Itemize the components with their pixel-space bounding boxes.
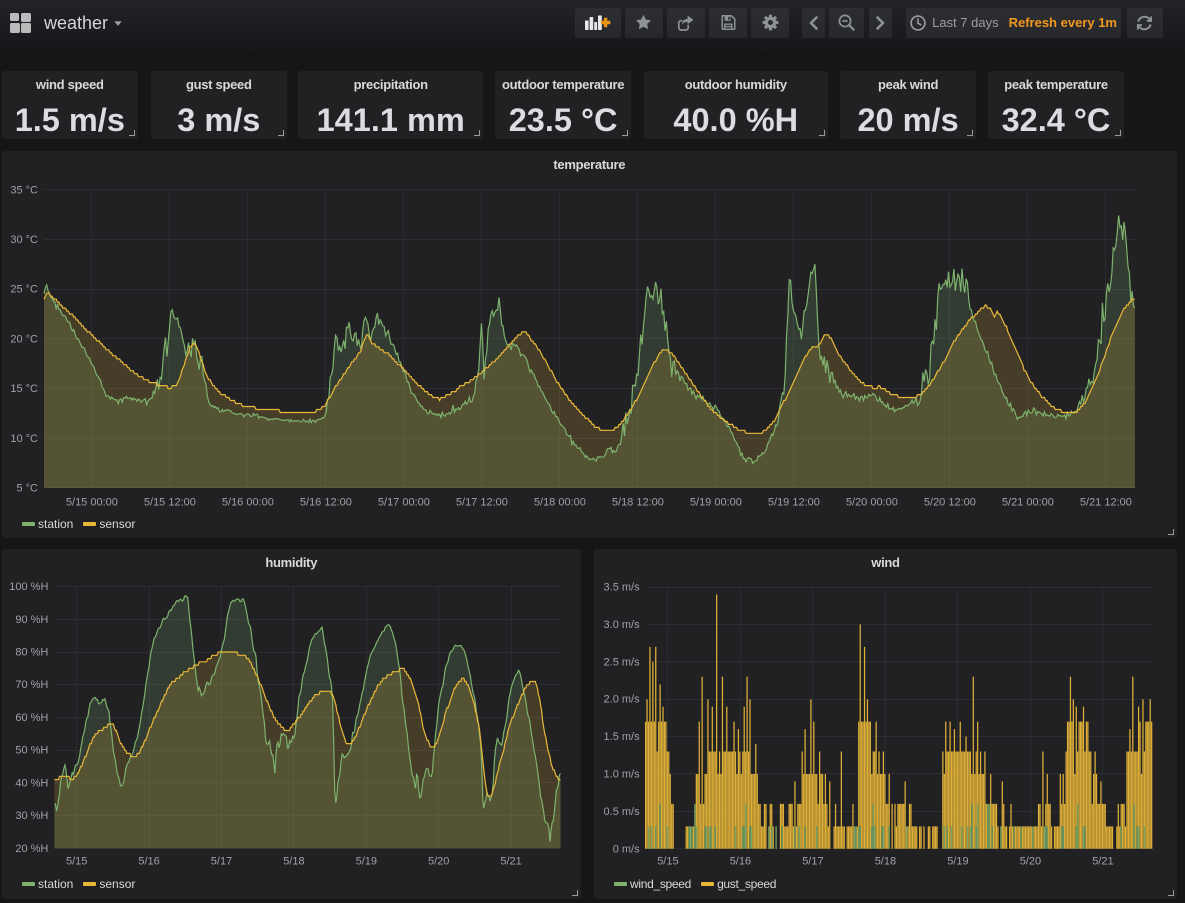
- svg-text:30 °C: 30 °C: [10, 234, 38, 246]
- svg-text:5/19 00:00: 5/19 00:00: [690, 497, 742, 509]
- svg-text:0 m/s: 0 m/s: [613, 843, 640, 855]
- svg-text:5/21 00:00: 5/21 00:00: [1002, 497, 1054, 509]
- svg-text:5/17: 5/17: [803, 856, 824, 868]
- svg-text:5/19: 5/19: [356, 856, 377, 868]
- svg-text:30 %H: 30 %H: [15, 810, 48, 822]
- svg-text:5/17 12:00: 5/17 12:00: [456, 497, 508, 509]
- svg-text:20 °C: 20 °C: [10, 333, 38, 345]
- svg-text:5/20: 5/20: [1020, 856, 1041, 868]
- svg-text:5/16 12:00: 5/16 12:00: [300, 497, 352, 509]
- svg-text:100 %H: 100 %H: [9, 581, 48, 593]
- svg-text:3.5 m/s: 3.5 m/s: [604, 582, 641, 594]
- svg-text:40 %H: 40 %H: [15, 777, 48, 789]
- svg-text:2.5 m/s: 2.5 m/s: [604, 656, 641, 668]
- svg-text:3.0 m/s: 3.0 m/s: [604, 619, 641, 631]
- svg-text:5/19: 5/19: [948, 856, 969, 868]
- svg-text:25 °C: 25 °C: [10, 284, 38, 296]
- svg-text:5/20: 5/20: [428, 856, 449, 868]
- svg-text:70 %H: 70 %H: [15, 679, 48, 691]
- svg-text:90 %H: 90 %H: [15, 614, 48, 626]
- svg-text:0.5 m/s: 0.5 m/s: [604, 806, 641, 818]
- svg-text:20 %H: 20 %H: [15, 843, 48, 855]
- svg-text:5/17 00:00: 5/17 00:00: [378, 497, 430, 509]
- svg-text:5/18 00:00: 5/18 00:00: [534, 497, 586, 509]
- svg-text:5/21: 5/21: [1093, 856, 1114, 868]
- svg-text:5/15 12:00: 5/15 12:00: [144, 497, 196, 509]
- svg-text:5/15 00:00: 5/15 00:00: [66, 497, 118, 509]
- svg-text:5/20 12:00: 5/20 12:00: [924, 497, 976, 509]
- svg-text:10 °C: 10 °C: [10, 433, 38, 445]
- svg-text:80 %H: 80 %H: [15, 647, 48, 659]
- svg-text:5/15: 5/15: [66, 856, 87, 868]
- svg-text:5/17: 5/17: [211, 856, 232, 868]
- svg-text:5/16: 5/16: [138, 856, 159, 868]
- svg-text:2.0 m/s: 2.0 m/s: [604, 694, 641, 706]
- svg-text:1.0 m/s: 1.0 m/s: [604, 769, 641, 781]
- svg-text:5/19 12:00: 5/19 12:00: [768, 497, 820, 509]
- svg-text:1.5 m/s: 1.5 m/s: [604, 731, 641, 743]
- svg-text:15 °C: 15 °C: [10, 383, 38, 395]
- svg-text:5/18: 5/18: [283, 856, 304, 868]
- svg-text:5/21: 5/21: [500, 856, 521, 868]
- svg-text:5/18: 5/18: [875, 856, 896, 868]
- svg-text:5/20 00:00: 5/20 00:00: [846, 497, 898, 509]
- svg-text:5/21 12:00: 5/21 12:00: [1080, 497, 1132, 509]
- svg-text:60 %H: 60 %H: [15, 712, 48, 724]
- svg-text:5/18 12:00: 5/18 12:00: [612, 497, 664, 509]
- svg-text:5/16 00:00: 5/16 00:00: [222, 497, 274, 509]
- svg-text:35 °C: 35 °C: [10, 184, 38, 196]
- svg-text:5/16: 5/16: [730, 856, 751, 868]
- svg-text:50 %H: 50 %H: [15, 745, 48, 757]
- svg-text:5/15: 5/15: [658, 856, 679, 868]
- svg-text:5 °C: 5 °C: [16, 483, 38, 495]
